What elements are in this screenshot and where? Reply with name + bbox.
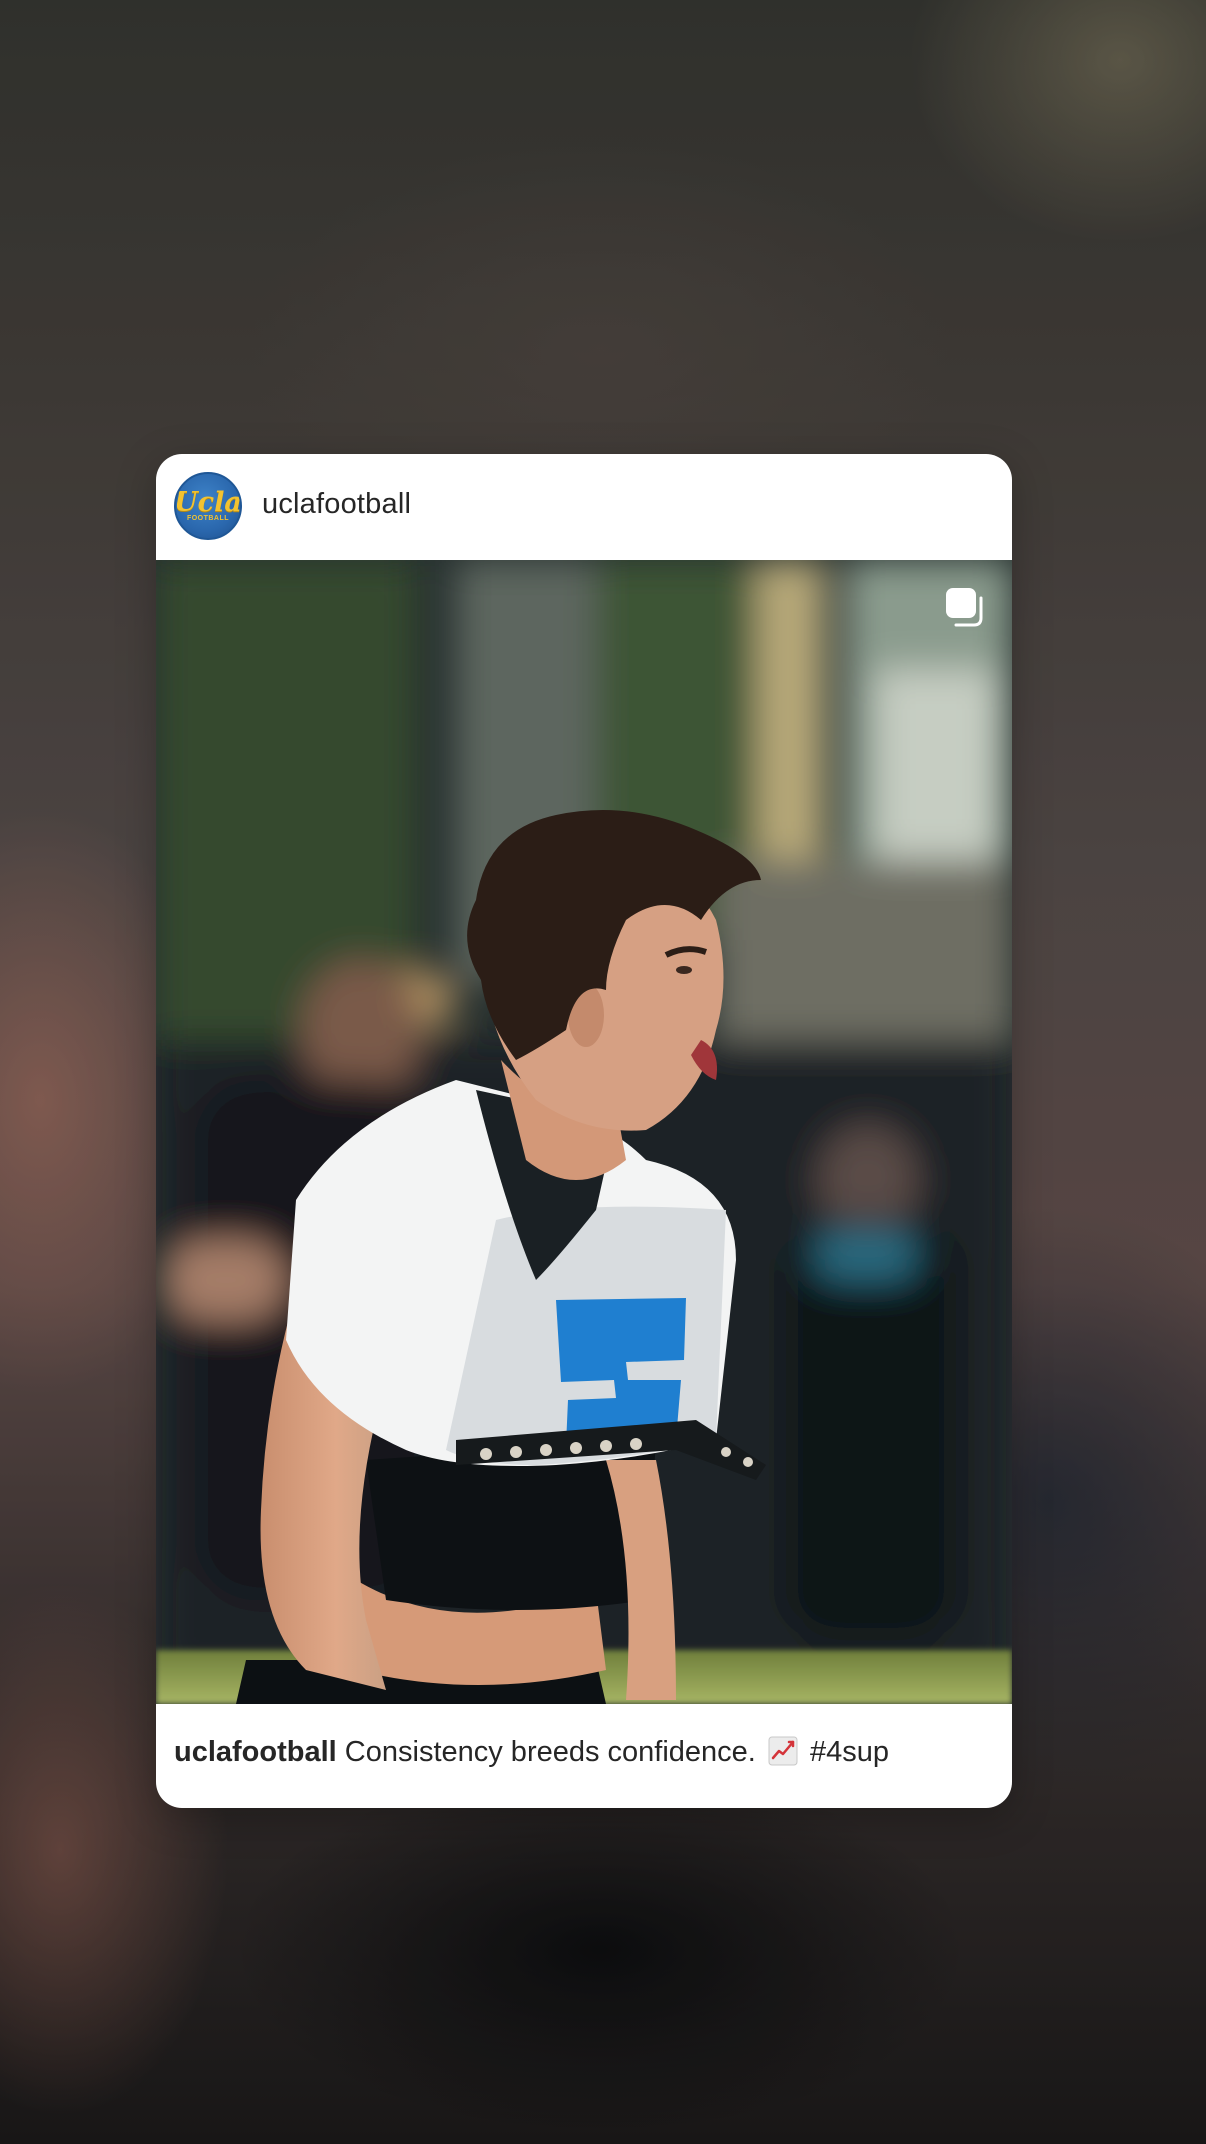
football-player-photo — [156, 560, 1012, 1704]
avatar-logo-text: Ucla — [174, 487, 242, 518]
caption-hashtag[interactable]: #4sup — [810, 1736, 889, 1768]
chart-increasing-icon — [768, 1736, 798, 1766]
avatar[interactable]: Ucla FOOTBALL — [174, 472, 242, 540]
post-header: Ucla FOOTBALL uclafootball — [156, 454, 1012, 560]
post-username[interactable]: uclafootball — [262, 488, 411, 521]
caption-text: Consistency breeds confidence. — [344, 1736, 756, 1768]
multiple-photos-icon — [946, 588, 983, 627]
caption-username[interactable]: uclafootball — [174, 1736, 337, 1768]
post-caption: uclafootball Consistency breeds confiden… — [174, 1734, 994, 1770]
post-card[interactable]: Ucla FOOTBALL uclafootball uclafootball … — [156, 454, 1012, 1808]
post-photo[interactable] — [156, 560, 1012, 1704]
avatar-logo-subtext: FOOTBALL — [186, 515, 230, 522]
